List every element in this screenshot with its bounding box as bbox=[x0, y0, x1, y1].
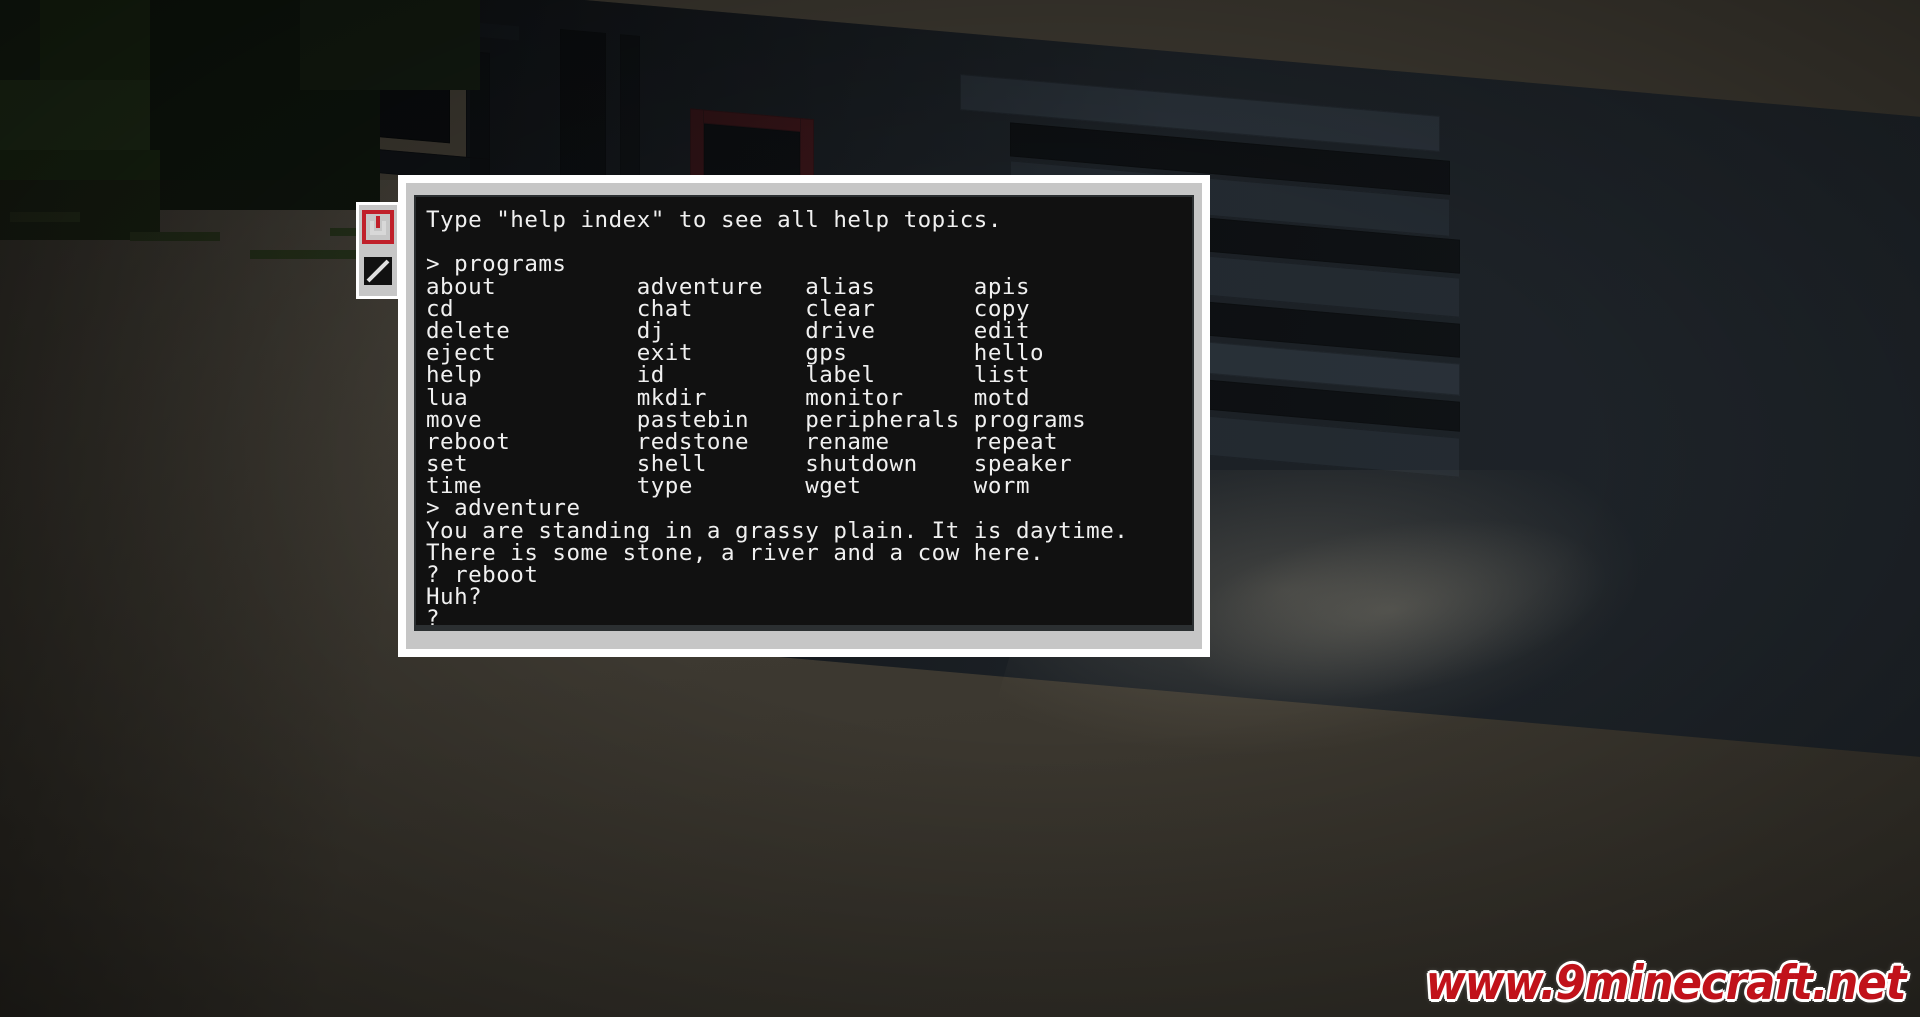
terminal-line: reboot redstone rename repeat bbox=[426, 428, 1059, 455]
site-watermark: www.9minecraft.net bbox=[1426, 956, 1907, 1011]
terminal-line: help id label list bbox=[426, 362, 1030, 389]
terminal-line: eject exit gps hello bbox=[426, 340, 1045, 367]
tree-foliage bbox=[300, 0, 480, 90]
terminal-line: about adventure alias apis bbox=[426, 273, 1030, 300]
terminal-line: ? reboot bbox=[426, 562, 539, 588]
terminal-screen[interactable]: Type "help index" to see all help topics… bbox=[416, 197, 1192, 625]
power-button[interactable] bbox=[361, 208, 395, 246]
terminal-line: You are standing in a grassy plain. It i… bbox=[426, 517, 1129, 544]
terminal-line: There is some stone, a river and a cow h… bbox=[426, 539, 1045, 566]
power-icon bbox=[362, 210, 394, 244]
terminal-line: Huh? bbox=[426, 584, 483, 611]
terminal-line: > programs bbox=[426, 251, 567, 278]
disk-eject-button[interactable] bbox=[361, 252, 395, 290]
terminal-line: ? bbox=[426, 606, 441, 625]
terminal-line: Type "help index" to see all help topics… bbox=[426, 207, 1002, 233]
terminal-line: time type wget worm bbox=[426, 473, 1030, 500]
terminal-line: delete dj drive edit bbox=[426, 317, 1030, 344]
terminal-line: lua mkdir monitor motd bbox=[426, 384, 1030, 411]
computercraft-terminal-window: Type "help index" to see all help topics… bbox=[356, 175, 1210, 657]
terminal-line: set shell shutdown speaker bbox=[426, 451, 1073, 478]
terminal-line: > adventure bbox=[426, 495, 581, 522]
disk-slash-icon bbox=[364, 257, 392, 285]
terminal-line: move pastebin peripherals programs bbox=[426, 406, 1087, 433]
terminal-text-area[interactable]: Type "help index" to see all help topics… bbox=[426, 209, 1186, 625]
peripheral-button-bar bbox=[356, 202, 400, 299]
terminal-line: cd chat clear copy bbox=[426, 295, 1030, 322]
